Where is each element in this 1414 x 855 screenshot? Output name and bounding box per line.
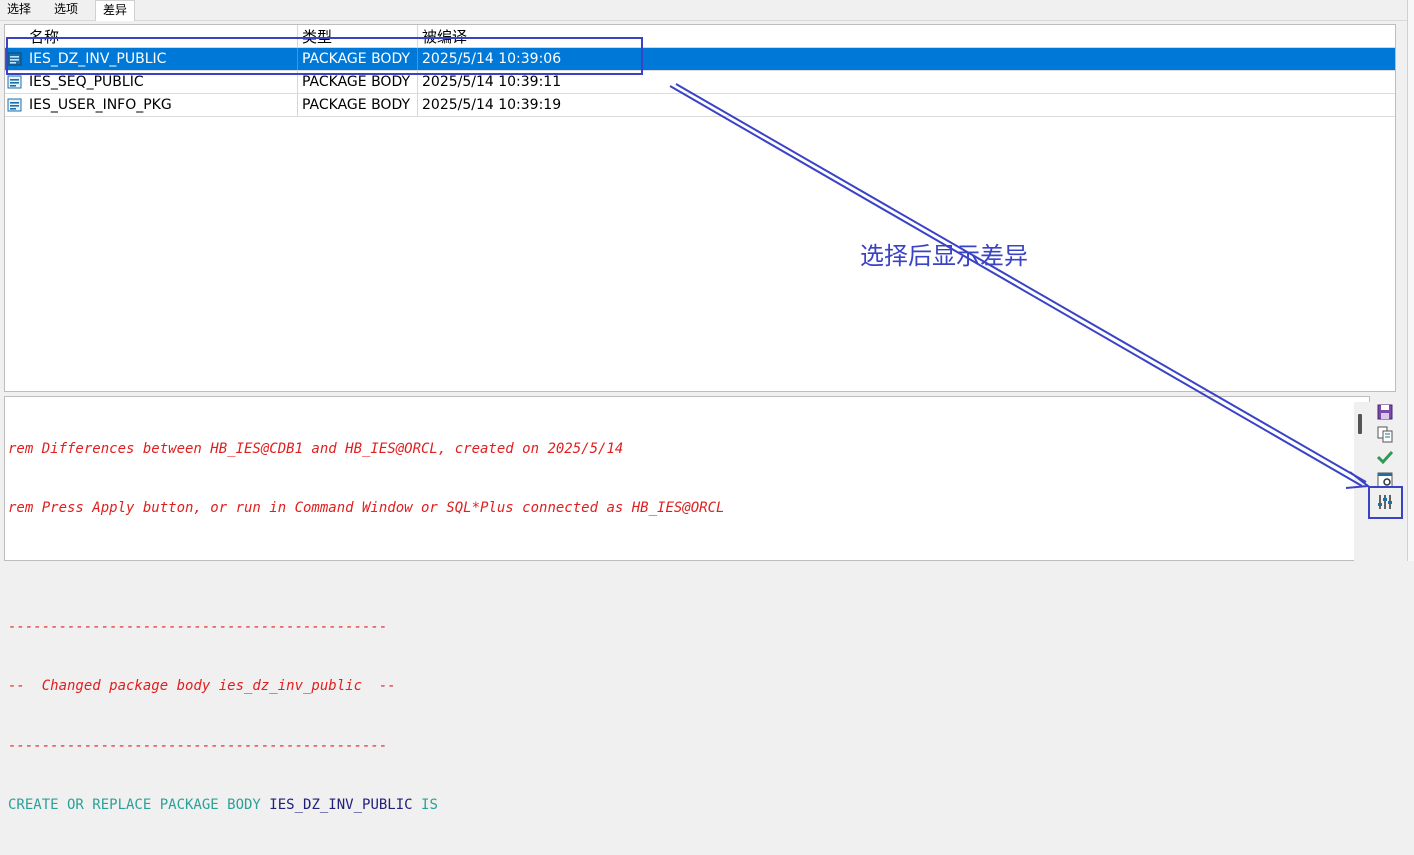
annotation-arrow: [669, 83, 1371, 489]
script-line-3: [8, 558, 724, 578]
script-line-4: ----------------------------------------…: [8, 618, 388, 635]
keyword-create: CREATE OR REPLACE PACKAGE BODY: [8, 796, 270, 813]
script-line-5: -- Changed package body ies_dz_inv_publi…: [8, 678, 396, 695]
keyword-is: IS: [412, 796, 438, 813]
package-identifier: IES_DZ_INV_PUBLIC: [269, 796, 413, 813]
script-line-7: CREATE OR REPLACE PACKAGE BODY IES_DZ_IN…: [8, 796, 724, 816]
script-line-6: ----------------------------------------…: [8, 737, 388, 754]
